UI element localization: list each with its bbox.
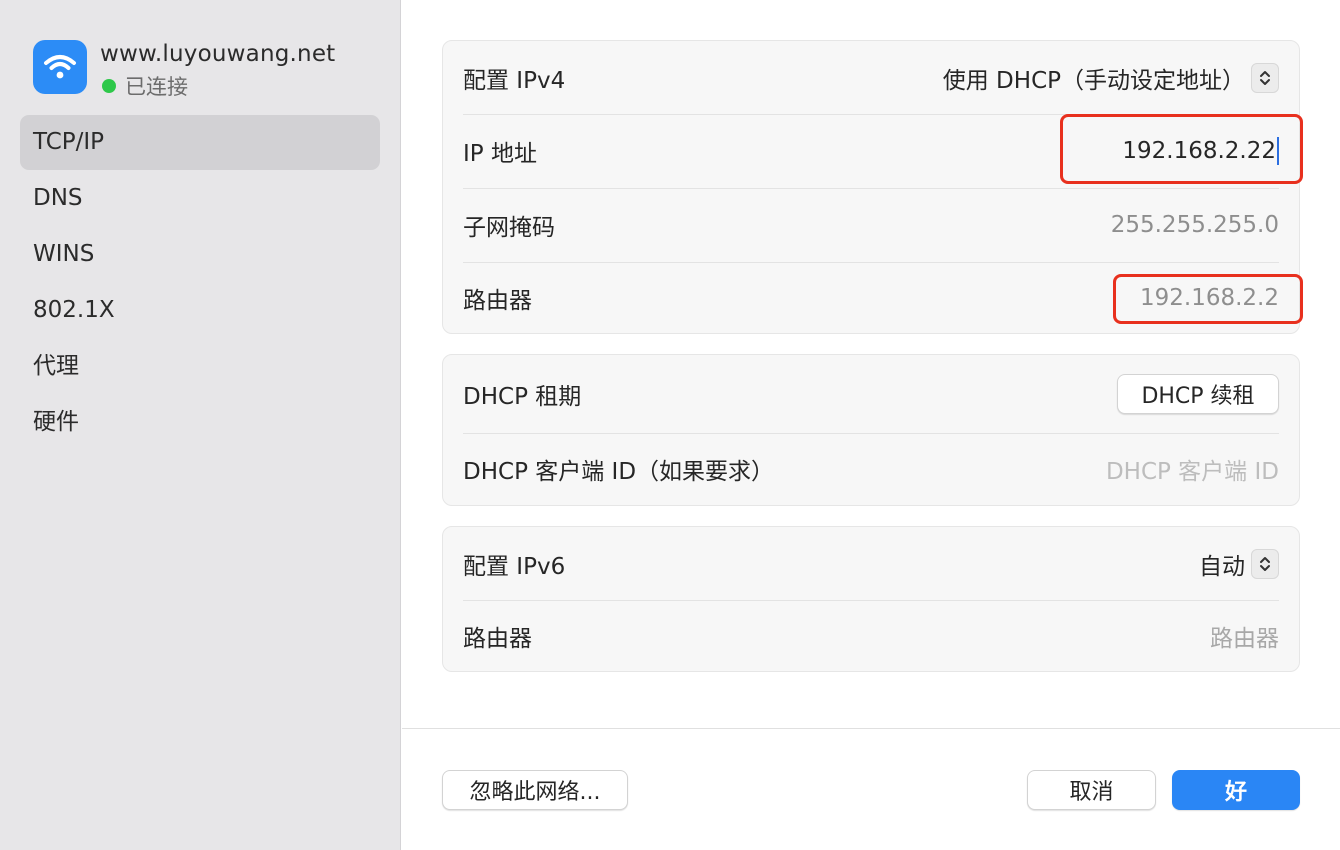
network-name: www.luyouwang.net [100,41,336,67]
sidebar-nav: TCP/IP DNS WINS 802.1X 代理 硬件 [20,115,380,451]
sidebar-item-proxy[interactable]: 代理 [20,339,380,394]
dhcp-client-id-row: DHCP 客户端 ID（如果要求） DHCP 客户端 ID [443,433,1299,505]
chevron-updown-icon [1251,62,1279,93]
ipv6-group: 配置 IPv6 自动 路由器 路由器 [442,526,1300,672]
renew-wrapper: DHCP 续租 [1117,374,1279,414]
ipv6-router-label: 路由器 [463,625,532,652]
subnet-mask-row: 子网掩码 255.255.255.0 [443,188,1299,262]
network-header: www.luyouwang.net 已连接 [33,40,335,101]
dhcp-group: DHCP 租期 DHCP 续租 DHCP 客户端 ID（如果要求） DHCP 客… [442,354,1300,506]
renew-dhcp-button[interactable]: DHCP 续租 [1117,374,1279,414]
configure-ipv4-row: 配置 IPv4 使用 DHCP（手动设定地址） [443,41,1299,114]
footer-divider [402,728,1340,729]
configure-ipv4-value: 使用 DHCP（手动设定地址） [942,67,1245,94]
configure-ipv6-popup[interactable]: 自动 [1199,547,1279,581]
ip-address-label: IP 地址 [463,141,537,167]
chevron-updown-icon [1251,548,1279,579]
wifi-icon [33,40,87,94]
ipv6-router-field[interactable]: 路由器 [1210,619,1279,653]
configure-ipv6-value: 自动 [1199,553,1245,580]
status-label: 已连接 [125,75,188,99]
forget-network-button[interactable]: 忽略此网络... [442,770,628,810]
subnet-mask-value[interactable]: 255.255.255.0 [1111,212,1279,238]
sidebar-item-dns[interactable]: DNS [20,171,380,226]
subnet-mask-label: 子网掩码 [463,215,555,241]
router-label: 路由器 [463,287,532,314]
connected-dot-icon [102,79,116,93]
router-highlight-box [1113,274,1303,324]
configure-ipv4-label: 配置 IPv4 [463,67,566,94]
dhcp-client-id-field[interactable]: DHCP 客户端 ID [1106,452,1279,486]
settings-panel: 配置 IPv4 使用 DHCP（手动设定地址） IP 地址 192.168.2.… [402,0,1340,850]
dhcp-client-id-label: DHCP 客户端 ID（如果要求） [463,459,775,485]
dhcp-lease-row: DHCP 租期 DHCP 续租 [443,355,1299,433]
sidebar-item-8021x[interactable]: 802.1X [20,283,380,338]
cancel-button[interactable]: 取消 [1027,770,1156,810]
dhcp-lease-label: DHCP 租期 [463,384,582,410]
sidebar-item-wins[interactable]: WINS [20,227,380,282]
configure-ipv6-row: 配置 IPv6 自动 [443,527,1299,600]
configure-ipv4-popup[interactable]: 使用 DHCP（手动设定地址） [943,61,1279,95]
sidebar: www.luyouwang.net 已连接 TCP/IP DNS WINS 80… [0,0,401,850]
sidebar-item-hardware[interactable]: 硬件 [20,395,380,450]
sidebar-item-tcpip[interactable]: TCP/IP [20,115,380,170]
ipv6-router-row: 路由器 路由器 [443,600,1299,671]
connection-status: 已连接 [100,71,335,101]
ok-button[interactable]: 好 [1172,770,1300,810]
configure-ipv6-label: 配置 IPv6 [463,553,566,580]
ip-highlight-box [1060,114,1303,184]
